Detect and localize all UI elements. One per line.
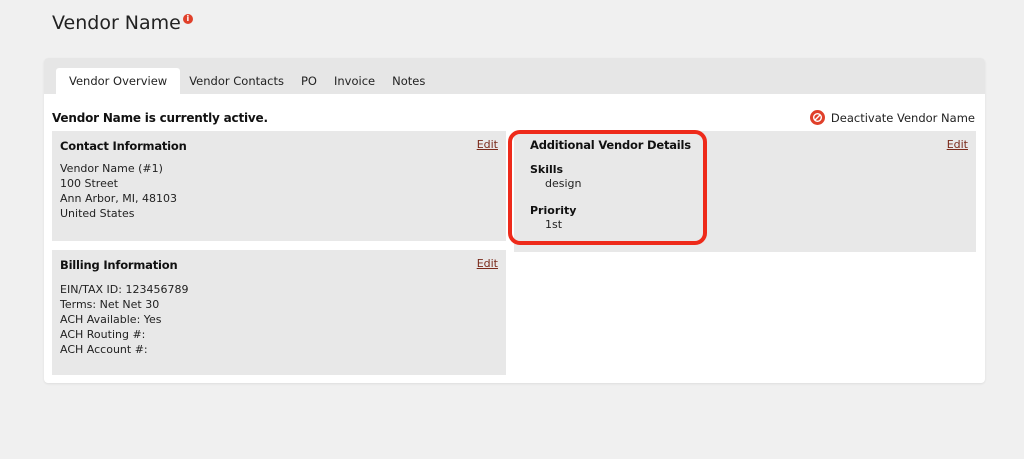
- billing-info-panel: Billing Information Edit EIN/TAX ID: 123…: [52, 250, 506, 375]
- page-title-text: Vendor Name: [52, 12, 181, 34]
- tab-notes[interactable]: Notes: [384, 68, 433, 94]
- additional-details-panel: Additional Vendor Details Edit Skills de…: [514, 131, 976, 252]
- contact-edit-link[interactable]: Edit: [477, 138, 498, 151]
- additional-details-title: Additional Vendor Details: [530, 138, 691, 152]
- info-icon[interactable]: i: [182, 14, 193, 24]
- priority-field: Priority 1st: [530, 204, 576, 233]
- deactivate-vendor-button[interactable]: Deactivate Vendor Name: [809, 110, 975, 125]
- billing-line: ACH Account #:: [60, 343, 148, 356]
- contact-info-title: Contact Information: [60, 139, 187, 153]
- billing-line: ACH Available: Yes: [60, 313, 162, 326]
- vendor-card: Vendor Overview Vendor Contacts PO Invoi…: [44, 58, 985, 383]
- billing-line: ACH Routing #:: [60, 328, 146, 341]
- status-text: Vendor Name is currently active.: [52, 110, 268, 125]
- ban-icon: [809, 110, 825, 125]
- tab-bar: Vendor Overview Vendor Contacts PO Invoi…: [44, 58, 985, 94]
- billing-details: EIN/TAX ID: 123456789 Terms: Net Net 30 …: [60, 282, 188, 357]
- tab-po[interactable]: PO: [293, 68, 325, 94]
- billing-line: EIN/TAX ID: 123456789: [60, 283, 189, 296]
- tab-vendor-contacts[interactable]: Vendor Contacts: [181, 68, 292, 94]
- skills-value: design: [545, 177, 582, 190]
- tab-invoice[interactable]: Invoice: [326, 68, 383, 94]
- contact-address: Vendor Name (#1) 100 Street Ann Arbor, M…: [60, 161, 177, 221]
- priority-value: 1st: [545, 218, 563, 231]
- skills-field: Skills design: [530, 163, 582, 192]
- deactivate-label: Deactivate Vendor Name: [830, 110, 975, 125]
- page-title: Vendor Name i: [52, 12, 193, 34]
- skills-label: Skills: [530, 163, 564, 176]
- contact-line: United States: [60, 207, 135, 220]
- contact-line: Ann Arbor, MI, 48103: [60, 192, 177, 205]
- contact-line: 100 Street: [60, 177, 118, 190]
- priority-label: Priority: [530, 204, 577, 217]
- additional-edit-link[interactable]: Edit: [947, 138, 968, 151]
- status-row: Vendor Name is currently active. Deactiv…: [52, 110, 975, 125]
- billing-edit-link[interactable]: Edit: [477, 257, 498, 270]
- contact-line: Vendor Name (#1): [60, 162, 163, 175]
- billing-line: Terms: Net Net 30: [60, 298, 160, 311]
- tab-vendor-overview[interactable]: Vendor Overview: [56, 68, 181, 94]
- contact-info-panel: Contact Information Edit Vendor Name (#1…: [52, 131, 506, 241]
- billing-info-title: Billing Information: [60, 258, 178, 272]
